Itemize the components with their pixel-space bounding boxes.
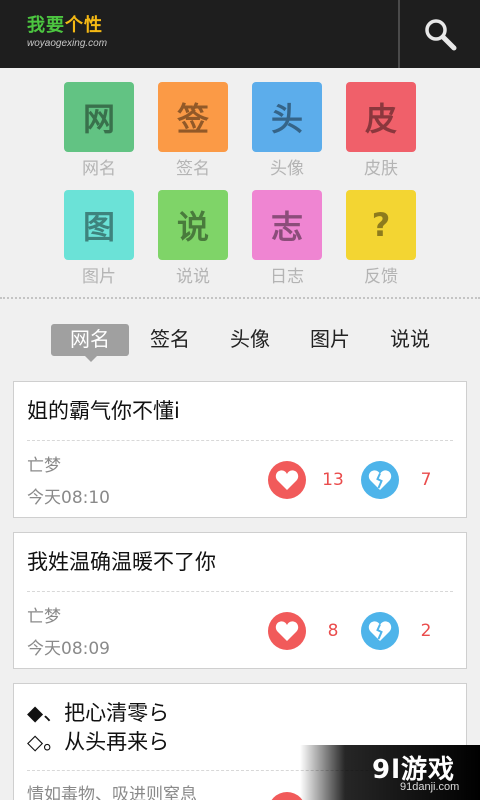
search-icon bbox=[425, 19, 457, 51]
app-header: 我要个性 woyaogexing.com bbox=[0, 0, 480, 68]
category-label-status: 说说 bbox=[176, 267, 210, 287]
dislike-button[interactable] bbox=[361, 461, 399, 499]
category-tile-diary[interactable]: 志 bbox=[252, 190, 322, 260]
card-separator bbox=[27, 440, 453, 441]
post-author: 情如毒物、吸进则窒息 bbox=[27, 785, 197, 800]
like-count: 13 bbox=[322, 470, 344, 490]
post-text-line1: ◆、把心清零ら bbox=[27, 701, 170, 725]
category-label-signature: 签名 bbox=[176, 159, 210, 179]
heart-icon bbox=[275, 470, 299, 490]
tab-picture[interactable]: 图片 bbox=[300, 324, 360, 356]
category-label-netname: 网名 bbox=[82, 159, 116, 179]
category-tile-signature[interactable]: 签 bbox=[158, 82, 228, 152]
category-label-diary: 日志 bbox=[270, 267, 304, 287]
category-label-skin: 皮肤 bbox=[364, 159, 398, 179]
active-tab-pointer bbox=[85, 356, 97, 362]
post-author: 亡梦 bbox=[27, 456, 61, 476]
category-label-picture: 图片 bbox=[82, 267, 116, 287]
watermark-url: 91danji.com bbox=[400, 781, 460, 793]
tab-netname[interactable]: 网名 bbox=[51, 324, 129, 356]
broken-heart-icon bbox=[368, 621, 392, 641]
search-button[interactable] bbox=[400, 0, 480, 68]
app-logo[interactable]: 我要个性 woyaogexing.com bbox=[27, 15, 108, 50]
post-card[interactable]: 姐的霸气你不懂i 亡梦 今天08:10 13 7 bbox=[13, 381, 467, 518]
post-time: 今天08:10 bbox=[27, 488, 110, 508]
category-label-feedback: 反馈 bbox=[364, 267, 398, 287]
tab-status[interactable]: 说说 bbox=[380, 324, 440, 356]
post-author: 亡梦 bbox=[27, 607, 61, 627]
category-tile-feedback[interactable]: ? bbox=[346, 190, 416, 260]
like-count: 8 bbox=[327, 621, 339, 641]
like-button[interactable] bbox=[268, 612, 306, 650]
site-watermark: 9l游戏 91danji.com bbox=[300, 745, 480, 800]
dislike-count: 7 bbox=[420, 470, 432, 490]
category-tile-status[interactable]: 说 bbox=[158, 190, 228, 260]
dislike-button[interactable] bbox=[361, 612, 399, 650]
category-tile-picture[interactable]: 图 bbox=[64, 190, 134, 260]
dislike-count: 2 bbox=[420, 621, 432, 641]
post-text-line2: ◇。从头再来ら bbox=[27, 730, 170, 754]
logo-subtitle: woyaogexing.com bbox=[27, 38, 108, 49]
category-tile-netname[interactable]: 网 bbox=[64, 82, 134, 152]
post-text: 我姓温确温暖不了你 bbox=[27, 550, 216, 574]
tab-avatar[interactable]: 头像 bbox=[220, 324, 280, 356]
broken-heart-icon bbox=[368, 470, 392, 490]
post-text: 姐的霸气你不懂i bbox=[27, 399, 180, 423]
tab-signature[interactable]: 签名 bbox=[140, 324, 200, 356]
category-tile-avatar[interactable]: 头 bbox=[252, 82, 322, 152]
category-label-avatar: 头像 bbox=[270, 159, 304, 179]
heart-icon bbox=[275, 621, 299, 641]
category-tile-skin[interactable]: 皮 bbox=[346, 82, 416, 152]
like-button[interactable] bbox=[268, 461, 306, 499]
post-time: 今天08:09 bbox=[27, 639, 110, 659]
logo-title: 我要个性 bbox=[27, 15, 103, 36]
card-separator bbox=[27, 591, 453, 592]
post-card[interactable]: 我姓温确温暖不了你 亡梦 今天08:09 8 2 bbox=[13, 532, 467, 669]
section-divider bbox=[0, 297, 480, 299]
